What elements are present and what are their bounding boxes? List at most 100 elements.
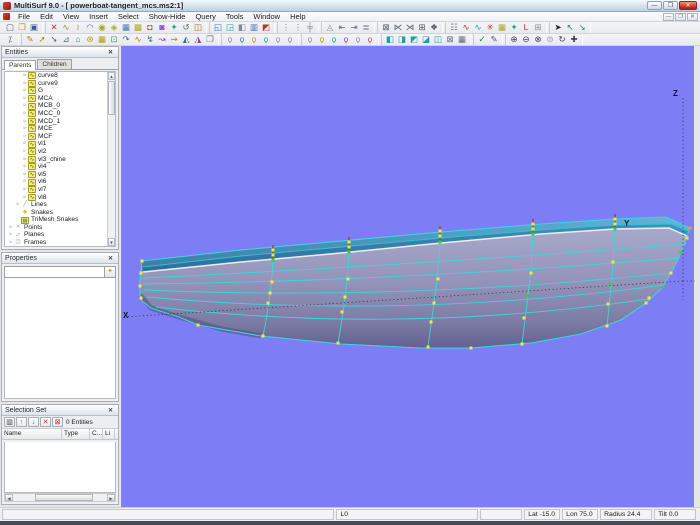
select-parents-icon[interactable]: ⋉: [392, 22, 404, 33]
selection-dialog-icon[interactable]: ❖: [428, 22, 440, 33]
insert-loft-icon[interactable]: ↯: [144, 34, 156, 45]
close-icon[interactable]: ✕: [106, 255, 115, 262]
divide-icon[interactable]: ⁒: [4, 34, 16, 45]
control-point-marker[interactable]: [613, 222, 617, 226]
composite-tool-icon[interactable]: ◙: [156, 22, 168, 33]
weights-icon[interactable]: ✳: [484, 22, 496, 33]
snake-tool-icon[interactable]: ≀: [72, 22, 84, 33]
close-icon[interactable]: ✕: [106, 49, 115, 56]
control-point-marker[interactable]: [340, 310, 344, 314]
view-front-icon[interactable]: ◱: [212, 22, 224, 33]
control-point-marker[interactable]: [438, 229, 442, 233]
insert-ruled-icon[interactable]: ⊡: [108, 34, 120, 45]
key-icon[interactable]: ✦: [104, 266, 116, 278]
relabel-icon[interactable]: ✦: [168, 22, 180, 33]
insert-solid-icon[interactable]: ◮: [192, 34, 204, 45]
new-icon[interactable]: ▢: [4, 22, 16, 33]
invert-visible-icon[interactable]: ϙ: [352, 34, 364, 45]
control-point-marker[interactable]: [271, 248, 275, 252]
insert-revolve-icon[interactable]: ↷: [120, 34, 132, 45]
selection-set-hscrollbar[interactable]: ◀ ▶: [4, 493, 116, 502]
save-icon[interactable]: ▣: [28, 22, 40, 33]
point-tool-icon[interactable]: ◉: [96, 22, 108, 33]
control-point-marker[interactable]: [347, 240, 351, 244]
display-mode-icon[interactable]: ☷: [448, 22, 460, 33]
control-point-marker[interactable]: [605, 324, 609, 328]
menu-file[interactable]: File: [13, 12, 35, 22]
control-point-marker[interactable]: [606, 302, 610, 306]
maximize-button[interactable]: ❐: [663, 1, 678, 10]
control-point-marker[interactable]: [438, 234, 442, 238]
insert-ccurve-icon[interactable]: ⌂: [72, 34, 84, 45]
show-points-icon[interactable]: ϙ: [236, 34, 248, 45]
tree-item-mcd-1[interactable]: ▹ ∿ MCD_1: [5, 118, 115, 126]
curve-tool-icon[interactable]: ∿: [60, 22, 72, 33]
surface-d-icon[interactable]: ◪: [420, 34, 432, 45]
control-point-marker[interactable]: [525, 294, 529, 298]
insert-sweep-icon[interactable]: ∿: [132, 34, 144, 45]
insert-snake-icon[interactable]: ⊛: [84, 34, 96, 45]
minimize-button[interactable]: —: [647, 1, 662, 10]
stack-icon[interactable]: ≣: [360, 22, 372, 33]
control-point-marker[interactable]: [343, 295, 347, 299]
tree-item-mca[interactable]: ▹ ∿ MCA: [5, 95, 115, 103]
control-point-marker[interactable]: [346, 277, 350, 281]
shift-left-icon[interactable]: ⇤: [336, 22, 348, 33]
scroll-thumb[interactable]: [108, 81, 115, 115]
control-point-marker[interactable]: [270, 280, 274, 284]
control-point-marker[interactable]: [266, 301, 270, 305]
insert-bcurve-icon[interactable]: ⊿: [60, 34, 72, 45]
control-point-marker[interactable]: [522, 316, 526, 320]
grid-cross-icon[interactable]: ╪: [304, 22, 316, 33]
column-header-c[interactable]: C...: [90, 429, 103, 439]
entities-panel-header[interactable]: Entities ✕: [2, 47, 118, 58]
control-point-marker[interactable]: [647, 296, 651, 300]
insert-blend-icon[interactable]: ↝: [156, 34, 168, 45]
tree-item-vl4[interactable]: ▹ ∿ vl4: [5, 163, 115, 171]
tree-item-vl7[interactable]: ▹ ∿ vl7: [5, 186, 115, 194]
menu-edit[interactable]: Edit: [35, 12, 58, 22]
remove-icon[interactable]: ✕: [40, 417, 51, 427]
control-point-marker[interactable]: [531, 227, 535, 231]
curvature-icon[interactable]: ∿: [460, 22, 472, 33]
title-bar[interactable]: MultiSurf 9.0 - [ powerboat-tangent_mcs.…: [0, 0, 700, 12]
tree-item-g[interactable]: ▹ ∿ G: [5, 87, 115, 95]
hide-icon[interactable]: ϙ: [272, 34, 284, 45]
drag-view-icon[interactable]: ↘: [576, 22, 588, 33]
view-plan-icon[interactable]: ◧: [236, 22, 248, 33]
control-point-marker[interactable]: [529, 271, 533, 275]
control-point-marker[interactable]: [531, 222, 535, 226]
control-point-marker[interactable]: [613, 217, 617, 221]
show-surfaces-icon[interactable]: ϙ: [260, 34, 272, 45]
tree-item-frames[interactable]: ▹ ◫ Frames: [5, 239, 115, 246]
menu-query[interactable]: Query: [190, 12, 220, 22]
drag-point-icon[interactable]: ↖: [564, 22, 576, 33]
measure-icon[interactable]: ⊠: [444, 34, 456, 45]
zoom-in-icon[interactable]: ⊕: [508, 34, 520, 45]
tree-item-mcb-0[interactable]: ▹ ∿ MCB_0: [5, 102, 115, 110]
control-point-marker[interactable]: [139, 296, 143, 300]
control-point-marker[interactable]: [271, 253, 275, 257]
selection-set-list[interactable]: [4, 442, 116, 493]
mirror-entity-icon[interactable]: ◫: [192, 22, 204, 33]
entities-tree[interactable]: ▹ ∿ curve8 ▹ ∿ curve9 ▹ ∿ G ▹ ∿ MCA ▹ ∿ MCB_0 ▹ ∿ MCC_0 ▹ ∿…: [4, 71, 116, 247]
control-point-marker[interactable]: [347, 245, 351, 249]
control-point-marker[interactable]: [608, 282, 612, 286]
tree-item-points[interactable]: ▹ ✕ Points: [5, 224, 115, 232]
hull-3d-view[interactable]: Z Y X: [122, 46, 695, 507]
control-point-marker[interactable]: [531, 232, 535, 236]
scroll-down-icon[interactable]: ▼: [108, 238, 115, 246]
pan-view-icon[interactable]: ✚: [568, 34, 580, 45]
tree-item-vl3-chine[interactable]: ▹ ∿ vl3_chine: [5, 156, 115, 164]
hide-all-icon[interactable]: ϙ: [284, 34, 296, 45]
zoom-prev-icon[interactable]: ⊜: [544, 34, 556, 45]
view-side-icon[interactable]: ◲: [224, 22, 236, 33]
labels-icon[interactable]: L: [520, 22, 532, 33]
surface-c-icon[interactable]: ◩: [408, 34, 420, 45]
insert-offset-icon[interactable]: ⇝: [168, 34, 180, 45]
control-point-marker[interactable]: [679, 250, 683, 254]
open-icon[interactable]: ❐: [16, 22, 28, 33]
delete-icon[interactable]: ✕: [48, 22, 60, 33]
control-point-marker[interactable]: [436, 277, 440, 281]
render-icon[interactable]: ▦: [496, 22, 508, 33]
